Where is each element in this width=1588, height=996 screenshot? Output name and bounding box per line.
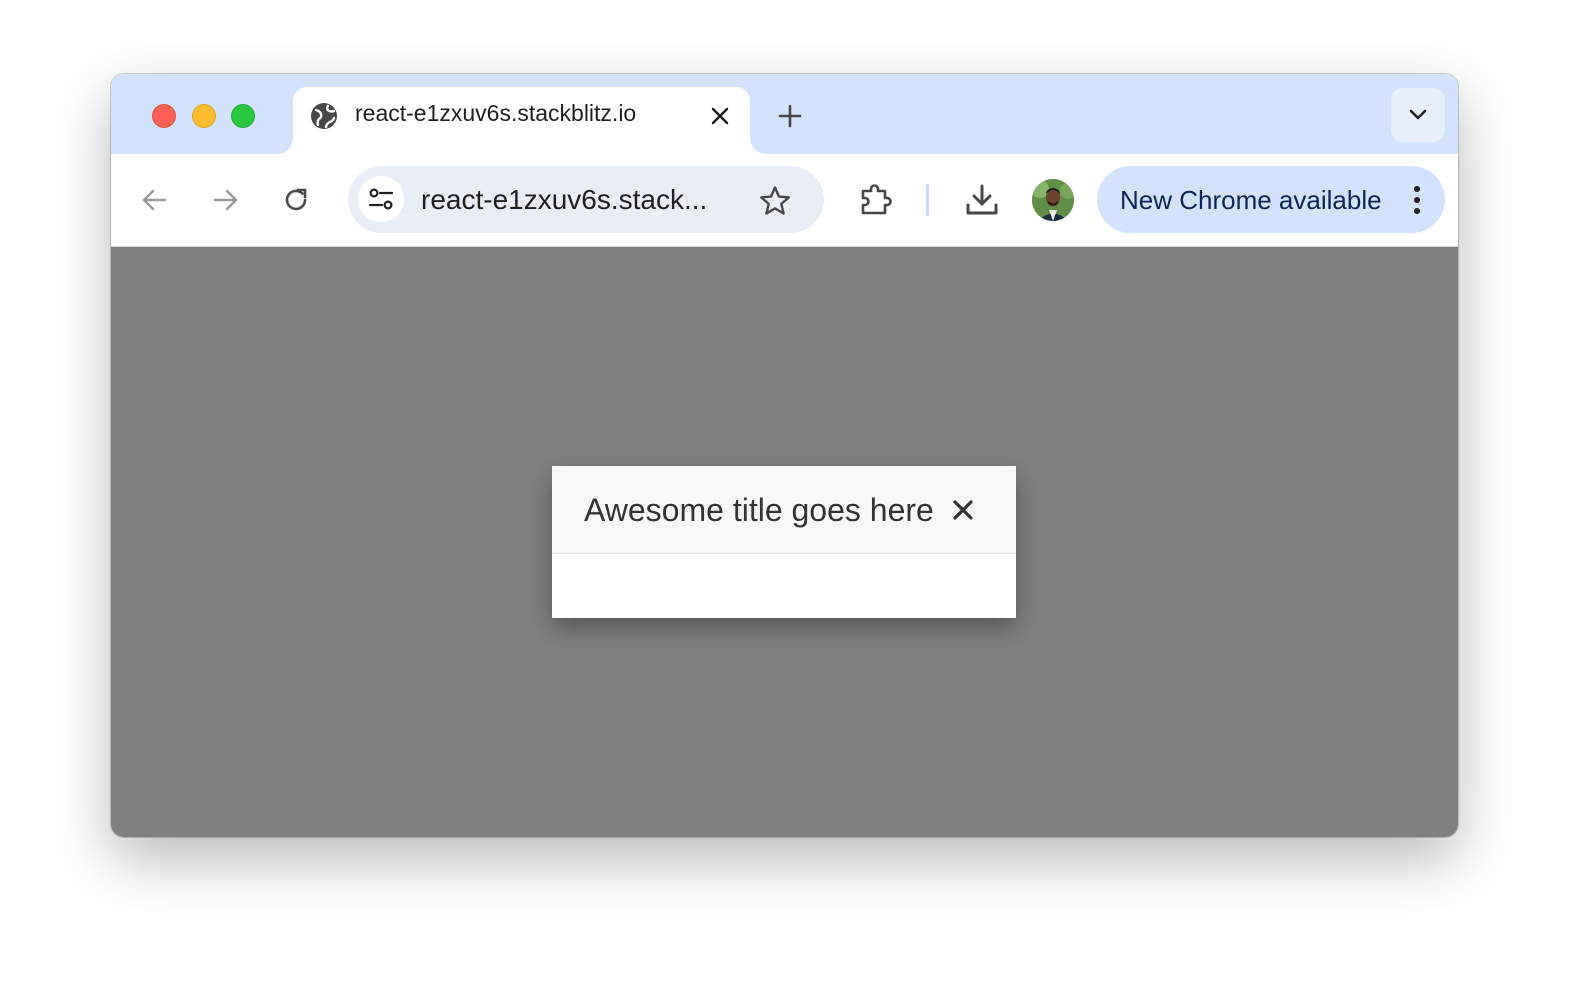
back-arrow-icon[interactable] (139, 184, 171, 216)
bookmark-star-icon[interactable] (758, 184, 792, 218)
dialog-title: Awesome title goes here (584, 492, 934, 528)
tune-icon (368, 188, 394, 210)
tab-search-button[interactable] (1391, 88, 1445, 142)
download-icon[interactable] (963, 181, 1001, 219)
globe-icon (311, 103, 337, 129)
browser-window: react-e1zxuv6s.stackblitz.io react-e1zxu… (111, 74, 1458, 837)
modal-dialog: Awesome title goes here (552, 466, 1016, 618)
address-bar[interactable]: react-e1zxuv6s.stack... (348, 166, 824, 233)
dialog-body (552, 554, 1016, 618)
forward-arrow-icon[interactable] (209, 184, 241, 216)
close-icon[interactable] (950, 497, 976, 523)
maximize-window-button[interactable] (231, 104, 255, 128)
close-tab-icon[interactable] (707, 103, 733, 129)
extensions-puzzle-icon[interactable] (857, 181, 895, 219)
toolbar-separator (926, 184, 929, 216)
new-chrome-available-button[interactable]: New Chrome available (1097, 166, 1445, 233)
minimize-window-button[interactable] (192, 104, 216, 128)
more-vertical-icon[interactable] (1402, 184, 1432, 216)
toolbar: react-e1zxuv6s.stack... New Chrome avail… (111, 154, 1458, 247)
new-tab-icon[interactable] (774, 100, 806, 132)
dialog-header: Awesome title goes here (552, 466, 1016, 554)
tab-active[interactable]: react-e1zxuv6s.stackblitz.io (293, 87, 750, 154)
reload-icon[interactable] (280, 184, 312, 216)
tab-title: react-e1zxuv6s.stackblitz.io (355, 100, 637, 126)
site-info-button[interactable] (358, 176, 404, 222)
profile-avatar[interactable] (1032, 179, 1074, 221)
chevron-down-icon (1409, 109, 1427, 120)
close-window-button[interactable] (152, 104, 176, 128)
update-label: New Chrome available (1120, 185, 1382, 215)
url-text[interactable]: react-e1zxuv6s.stack... (421, 184, 707, 216)
tab-strip: react-e1zxuv6s.stackblitz.io (111, 74, 1458, 154)
profile-photo-icon (1032, 179, 1074, 221)
page-viewport: Awesome title goes here (111, 247, 1458, 837)
